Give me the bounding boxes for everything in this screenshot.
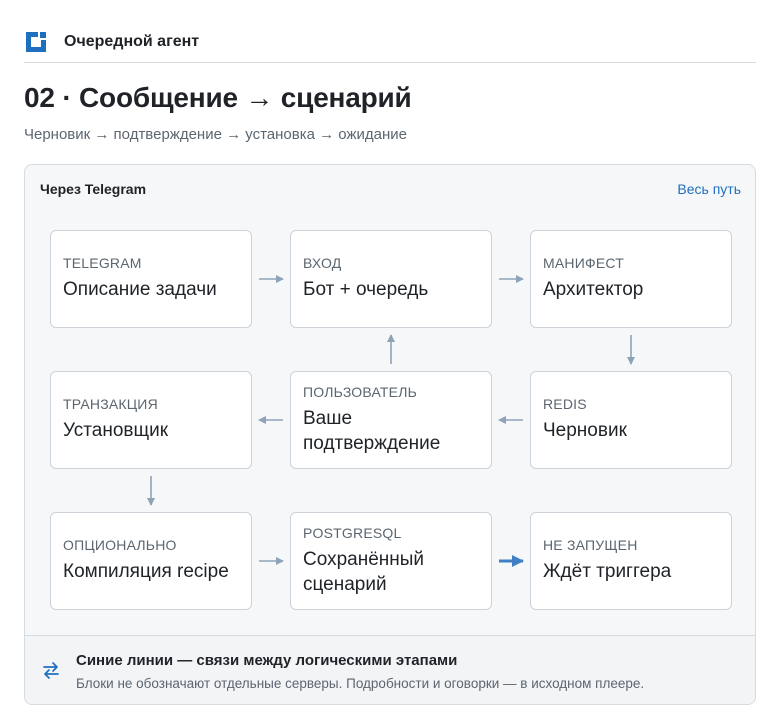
node-tag: REDIS xyxy=(543,396,587,413)
node-redis: REDIS Черновик xyxy=(530,371,732,469)
node-label: Бот + очередь xyxy=(303,279,429,301)
node-entry: ВХОД Бот + очередь xyxy=(290,230,492,328)
node-label: Архитектор xyxy=(543,279,644,301)
app-title: Очередной агент xyxy=(64,33,200,50)
header-divider xyxy=(24,62,756,63)
node-transaction: ТРАНЗАКЦИЯ Установщик xyxy=(50,371,252,469)
node-tag: МАНИФЕСТ xyxy=(543,255,624,272)
node-label: Ваше подтверждение xyxy=(303,407,441,454)
node-telegram: TELEGRAM Описание задачи xyxy=(50,230,252,328)
node-tag: POSTGRESQL xyxy=(303,524,402,541)
swap-arrows-icon xyxy=(41,660,61,680)
page-subtitle: Черновик → подтверждение → установка → о… xyxy=(24,126,407,143)
node-tag: НЕ ЗАПУЩЕН xyxy=(543,537,638,554)
node-label: Компиляция recipe xyxy=(63,561,229,583)
node-tag: ПОЛЬЗОВАТЕЛЬ xyxy=(303,383,417,400)
node-tag: ОПЦИОНАЛЬНО xyxy=(63,537,177,554)
legend: Синие линии — связи между логическими эт… xyxy=(25,635,755,704)
node-label: Ждёт триггера xyxy=(543,561,672,583)
node-label: Описание задачи xyxy=(63,279,217,301)
node-tag: TELEGRAM xyxy=(63,255,142,272)
node-tag: ТРАНЗАКЦИЯ xyxy=(63,396,158,413)
node-label: Установщик xyxy=(63,420,169,442)
flow-panel: Через Telegram Весь путь TELEGRAM Описани… xyxy=(24,164,756,705)
app-logo-icon xyxy=(24,30,48,54)
node-optional: ОПЦИОНАЛЬНО Компиляция recipe xyxy=(50,512,252,610)
legend-title: Синие линии — связи между логическими эт… xyxy=(76,652,458,669)
node-label: Сохранённый сценарий xyxy=(303,548,425,595)
node-not-started: НЕ ЗАПУЩЕН Ждёт триггера xyxy=(530,512,732,610)
node-manifest: МАНИФЕСТ Архитектор xyxy=(530,230,732,328)
top-bar: Очередной агент xyxy=(24,28,199,56)
node-user: ПОЛЬЗОВАТЕЛЬ Ваше подтверждение xyxy=(290,371,492,469)
node-postgres: POSTGRESQL Сохранённый сценарий xyxy=(290,512,492,610)
legend-text: Блоки не обозначают отдельные серверы. П… xyxy=(76,676,645,691)
page-title: 02 · Сообщение → сценарий xyxy=(24,82,412,113)
node-label: Черновик xyxy=(543,420,627,442)
node-tag: ВХОД xyxy=(303,255,342,272)
